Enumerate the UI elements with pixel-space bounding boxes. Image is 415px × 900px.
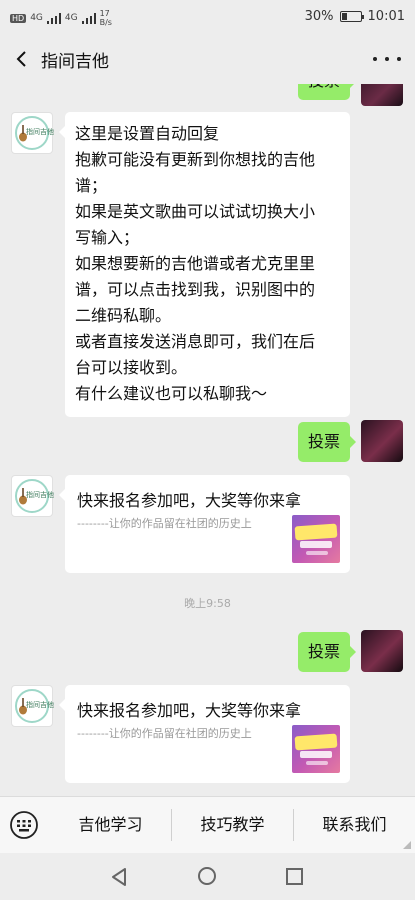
chat-title: 指间吉他 — [41, 52, 109, 72]
status-right: 30% 10:01 — [305, 9, 405, 24]
network-speed: 17 B/s — [100, 9, 112, 27]
chat-area[interactable]: 投票 指间吉他 这里是设置自动回复抱歉可能没有更新到你想找的吉他谱； 如果是英文歌… — [0, 84, 415, 796]
auto-reply-line: 谱，可以点击找到我，识别图中的 — [75, 280, 316, 299]
user-avatar[interactable] — [361, 84, 403, 106]
menu-contact-us[interactable]: 联系我们 — [294, 797, 415, 853]
auto-reply-line: 谱； — [75, 176, 108, 195]
auto-reply-line: 台可以接收到。 — [75, 358, 188, 377]
card-title: 快来报名参加吧，大奖等你来拿 — [77, 701, 302, 720]
signal-icon — [46, 12, 61, 24]
system-nav-bar — [0, 853, 415, 900]
auto-reply-line: 或者直接发送消息即可，我们在后 — [75, 332, 316, 351]
auto-reply-line: 写输入； — [75, 228, 140, 247]
bot-avatar[interactable]: 指间吉他 — [11, 112, 54, 154]
keyboard-icon[interactable] — [9, 810, 39, 840]
article-card[interactable]: 快来报名参加吧，大奖等你来拿 --------让你的作品留在社团的历史上 — [59, 475, 350, 573]
user-avatar[interactable] — [361, 630, 403, 672]
hd-indicator: HD — [10, 13, 27, 23]
auto-reply-text: 这里是设置自动回复抱歉可能没有更新到你想找的吉他 谱； 如果是英文歌曲可以试试切换大… — [75, 121, 340, 407]
battery-fill — [341, 13, 347, 20]
menu-technique-teaching[interactable]: 技巧教学 — [172, 797, 293, 853]
article-card[interactable]: 快来报名参加吧，大奖等你来拿 --------让你的作品留在社团的历史上 — [59, 685, 350, 783]
auto-reply-line: 如果想要新的吉他谱或者尤克里里 — [75, 254, 316, 273]
network-speed-value: 17 — [99, 9, 110, 18]
bot-avatar[interactable]: 指间吉他 — [11, 685, 54, 727]
card-thumbnail — [292, 725, 340, 773]
vote-text: 投票 — [308, 432, 341, 451]
vote-bubble[interactable]: 投票 — [298, 632, 356, 672]
battery-icon — [339, 11, 364, 22]
auto-reply-line: 抱歉可能没有更新到你想找的吉他 — [75, 150, 316, 169]
nav-home-icon[interactable] — [198, 867, 216, 885]
auto-reply-bubble[interactable]: 这里是设置自动回复抱歉可能没有更新到你想找的吉他 谱； 如果是英文歌曲可以试试切换大… — [59, 112, 350, 417]
vote-text-partial: 投票 — [308, 84, 340, 94]
clock: 10:01 — [367, 9, 405, 24]
timestamp: 晚上9:58 — [184, 597, 231, 610]
vote-bubble[interactable]: 投票 — [298, 422, 356, 462]
battery-percent: 30% — [304, 9, 334, 24]
more-icon[interactable] — [373, 46, 401, 72]
auto-reply-line: 这里是设置自动回复 — [75, 124, 220, 143]
card-description: --------让你的作品留在社团的历史上 — [77, 727, 252, 740]
bot-logo-text: 指间吉他 — [26, 491, 54, 499]
user-avatar[interactable] — [361, 420, 403, 462]
vote-bubble-partial[interactable]: 投票 — [298, 84, 356, 100]
auto-reply-line: 有什么建议也可以私聊我～ — [75, 384, 268, 403]
card-title: 快来报名参加吧，大奖等你来拿 — [77, 491, 302, 510]
network-4g-indicator-2: 4G — [64, 13, 78, 23]
status-bar: HD 4G 4G 17 B/s 30% 10:01 — [0, 0, 415, 34]
card-thumbnail — [292, 515, 340, 563]
nav-back-icon[interactable] — [110, 867, 128, 887]
title-bar: 指间吉他 — [0, 34, 415, 84]
network-speed-unit: B/s — [99, 18, 112, 27]
vote-text: 投票 — [308, 642, 341, 661]
status-left: HD 4G 4G 17 B/s — [10, 9, 112, 27]
auto-reply-line: 如果是英文歌曲可以试试切换大小 — [75, 202, 316, 221]
signal-icon-2 — [81, 12, 96, 24]
bot-logo-text: 指间吉他 — [26, 128, 54, 136]
network-4g-indicator: 4G — [30, 13, 43, 23]
bottom-menu: 吉他学习 技巧教学 联系我们 — [0, 796, 415, 853]
corner-mark-icon — [403, 841, 411, 849]
back-icon[interactable] — [10, 46, 36, 72]
card-description: --------让你的作品留在社团的历史上 — [77, 517, 252, 530]
auto-reply-line: 二维码私聊。 — [75, 306, 172, 325]
menu-guitar-learning[interactable]: 吉他学习 — [50, 797, 171, 853]
bot-avatar[interactable]: 指间吉他 — [11, 475, 54, 517]
nav-recent-icon[interactable] — [286, 868, 303, 885]
bot-logo-text: 指间吉他 — [26, 701, 54, 709]
